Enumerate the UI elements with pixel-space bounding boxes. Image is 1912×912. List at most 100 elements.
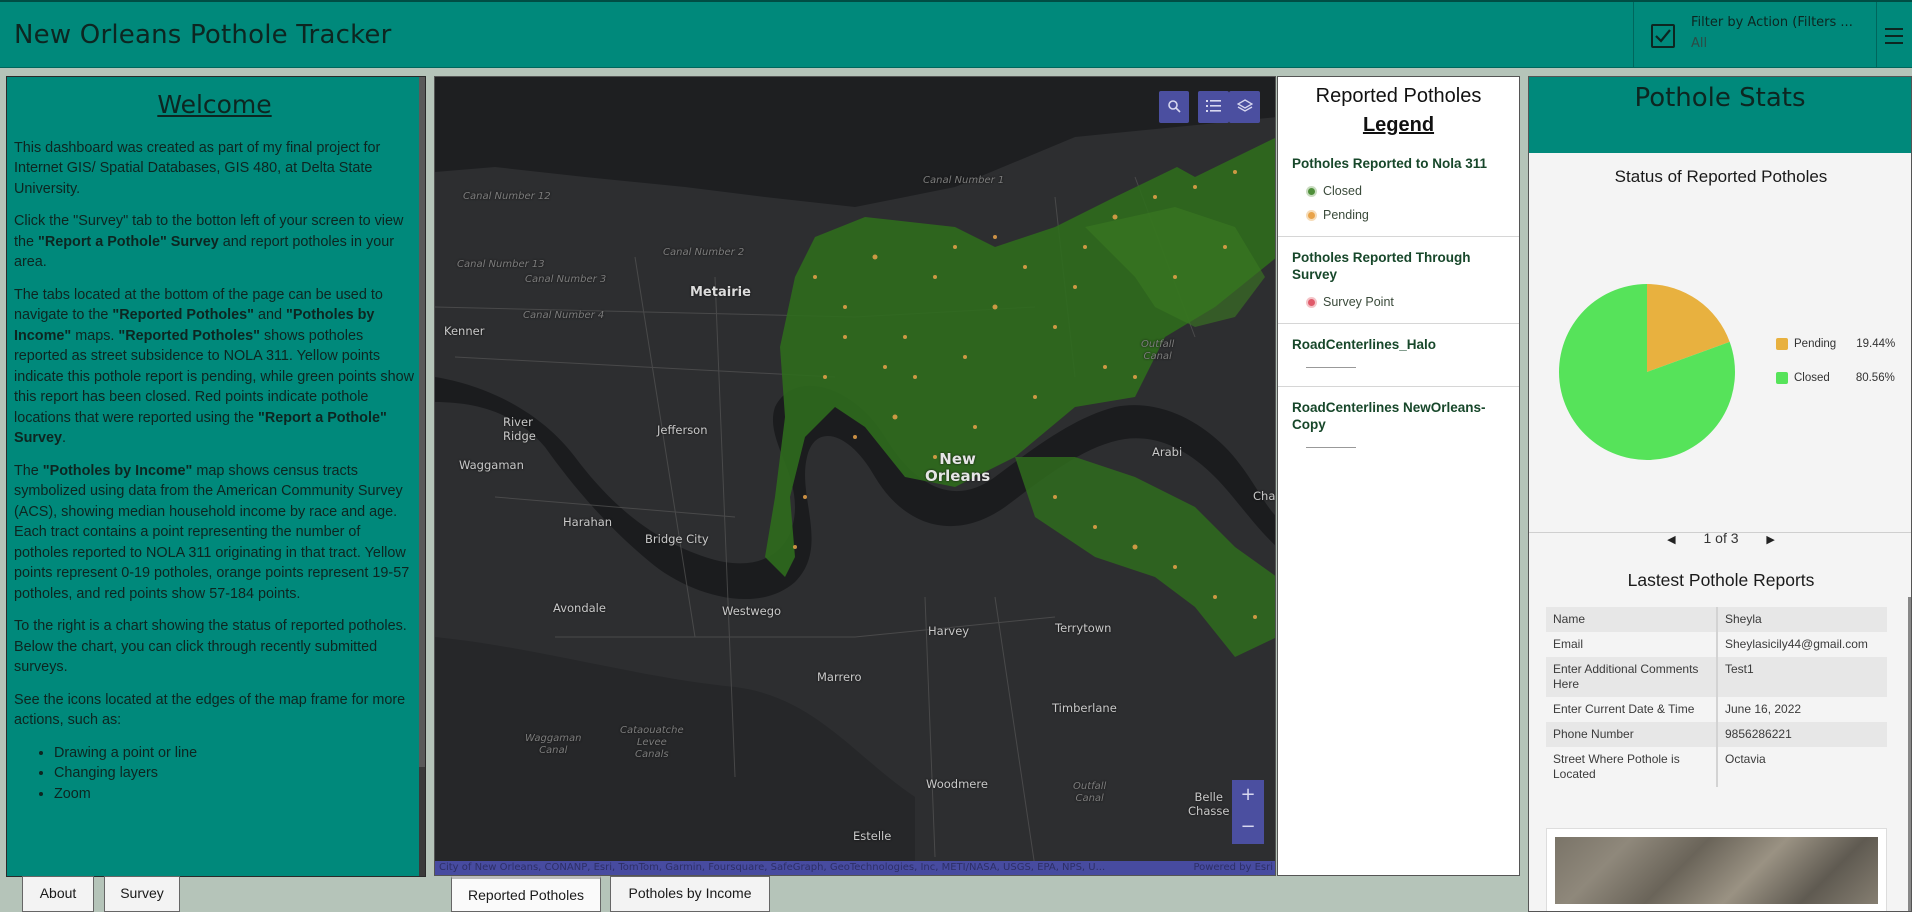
- map-label: Bridge City: [645, 532, 709, 546]
- map-label: Canal Number 2: [663, 247, 745, 258]
- map-label: Harvey: [928, 624, 970, 638]
- line-symbol-icon: [1306, 447, 1356, 448]
- checkbox-icon[interactable]: [1651, 24, 1675, 48]
- welcome-paragraph: Click the "Survey" tab to the botton lef…: [14, 213, 404, 270]
- map-label: Marrero: [817, 670, 862, 684]
- search-button[interactable]: [1159, 91, 1189, 123]
- map-label: Jefferson: [657, 423, 708, 437]
- actions-list: Drawing a point or line Changing layers …: [54, 743, 415, 805]
- scrollbar[interactable]: [1908, 597, 1911, 911]
- photo-image: [1555, 837, 1878, 904]
- tab-about[interactable]: About: [22, 876, 94, 912]
- table-row: Phone Number 9856286221: [1546, 722, 1887, 747]
- map-label: Outfall Canal: [1073, 781, 1107, 804]
- field-value: Sheylasicily44@gmail.com: [1725, 637, 1868, 651]
- hamburger-menu-icon[interactable]: [1885, 28, 1903, 44]
- legend-group-title: RoadCenterlines_Halo: [1292, 337, 1437, 352]
- map-label: Kenner: [444, 324, 485, 338]
- map-label: Timberlane: [1052, 701, 1117, 715]
- powered-by-esri[interactable]: Powered by Esri: [1193, 861, 1273, 875]
- list-icon: [1206, 100, 1221, 112]
- pie-chart[interactable]: [1557, 282, 1737, 462]
- pending-dot-icon: [1308, 211, 1315, 219]
- legend-group-title: RoadCenterlines NewOrleans-Copy: [1292, 400, 1486, 432]
- legend-label: Pending: [1794, 338, 1837, 350]
- map-label: Metairie: [690, 285, 751, 300]
- field-name: Enter Additional Comments Here: [1546, 657, 1718, 697]
- map-label: Outfall Canal: [1141, 339, 1175, 362]
- legend-label: Closed: [1794, 372, 1830, 384]
- table-row: Enter Current Date & Time June 16, 2022: [1546, 697, 1887, 722]
- filter-by-action[interactable]: Filter by Action (Filters ... All: [1633, 2, 1877, 68]
- map-label: Avondale: [553, 601, 606, 615]
- welcome-title: Welcome: [157, 90, 272, 119]
- map-label: Harahan: [563, 515, 613, 529]
- field-name: Street Where Pothole is Located: [1546, 747, 1718, 787]
- table-row: Email Sheylasicily44@gmail.com: [1546, 632, 1887, 657]
- tab-survey[interactable]: Survey: [104, 876, 180, 912]
- map-label: Waggaman: [459, 458, 524, 472]
- filter-title: Filter by Action (Filters ...: [1691, 15, 1853, 30]
- field-name: Email: [1546, 632, 1718, 657]
- legend-value: 19.44%: [1856, 338, 1896, 350]
- table-row: Enter Additional Comments Here Test1: [1546, 657, 1887, 697]
- welcome-paragraph: See the icons located at the edges of th…: [14, 691, 406, 729]
- zoom-out-button[interactable]: −: [1232, 812, 1264, 844]
- map-view[interactable]: Metairie Kenner Jefferson River Ridge Wa…: [434, 76, 1276, 876]
- previous-arrow-icon[interactable]: ◀: [1667, 533, 1675, 546]
- welcome-panel: Welcome This dashboard was created as pa…: [6, 76, 426, 877]
- chart-title: Status of Reported Potholes: [1614, 167, 1828, 186]
- tab-potholes-by-income[interactable]: Potholes by Income: [610, 876, 770, 912]
- map-label: Westwego: [722, 604, 782, 618]
- field-value: June 16, 2022: [1725, 702, 1802, 716]
- map-label: Estelle: [853, 829, 892, 843]
- field-name: Enter Current Date & Time: [1546, 697, 1718, 722]
- map-label: Canal Number 3: [525, 274, 607, 285]
- chart-legend-item: Pending 19.44%: [1776, 338, 1895, 350]
- chart-legend-item: Closed 80.56%: [1776, 372, 1895, 384]
- legend-button[interactable]: [1198, 91, 1229, 123]
- map-attribution: City of New Orleans, CONANP, Esri, TomTo…: [435, 861, 1275, 875]
- scrollbar[interactable]: [419, 77, 425, 876]
- list-item: Drawing a point or line: [54, 743, 415, 764]
- stats-title: Pothole Stats: [1529, 77, 1911, 153]
- legend-item: Survey Point: [1308, 295, 1505, 309]
- reports-title: Lastest Pothole Reports: [1627, 570, 1815, 590]
- pothole-photo[interactable]: [1546, 828, 1887, 911]
- closed-dot-icon: [1308, 187, 1315, 195]
- legend-group: Potholes Reported Through Survey Survey …: [1278, 237, 1519, 324]
- line-symbol-icon: [1306, 367, 1356, 368]
- legend-panel: Reported Potholes Legend Potholes Report…: [1277, 76, 1520, 876]
- list-item: Changing layers: [54, 763, 415, 784]
- map-label: Canal Number 4: [523, 310, 605, 321]
- map-label: Canal Number 1: [923, 175, 1005, 186]
- tab-reported-potholes[interactable]: Reported Potholes: [451, 876, 601, 912]
- scroll-thumb[interactable]: [419, 77, 425, 767]
- list-item: Zoom: [54, 784, 415, 805]
- app-header: New Orleans Pothole Tracker Filter by Ac…: [0, 0, 1912, 68]
- map-label: Cataouatche Levee Canals: [620, 725, 684, 760]
- map-label: Canal Number 12: [463, 191, 551, 202]
- field-name: Name: [1546, 607, 1718, 632]
- field-value: Sheyla: [1725, 612, 1762, 626]
- map-label: Belle Chasse: [1188, 790, 1230, 818]
- field-value: Octavia: [1725, 752, 1766, 766]
- reports-table: Name Sheyla Email Sheylasicily44@gmail.com…: [1546, 607, 1887, 787]
- closed-swatch-icon: [1776, 372, 1788, 384]
- map-label: Chal: [1253, 489, 1276, 503]
- legend-group-title: Potholes Reported to Nola 311: [1292, 156, 1488, 171]
- field-name: Phone Number: [1546, 722, 1718, 747]
- map-label: Canal Number 13: [457, 259, 545, 270]
- field-value: Test1: [1725, 662, 1754, 676]
- map-label: River Ridge: [503, 415, 536, 443]
- search-icon: [1168, 100, 1181, 113]
- welcome-paragraph: The tabs located at the bottom of the pa…: [14, 286, 414, 447]
- map-label-city: New Orleans: [925, 450, 991, 485]
- table-row: Name Sheyla: [1546, 607, 1887, 632]
- layers-button[interactable]: [1229, 91, 1260, 123]
- welcome-paragraph: The "Potholes by Income" map shows censu…: [14, 462, 410, 602]
- layers-icon: [1237, 99, 1253, 112]
- zoom-in-button[interactable]: +: [1232, 780, 1264, 812]
- welcome-paragraph: To the right is a chart showing the stat…: [14, 618, 407, 675]
- next-arrow-icon[interactable]: ▶: [1766, 533, 1774, 546]
